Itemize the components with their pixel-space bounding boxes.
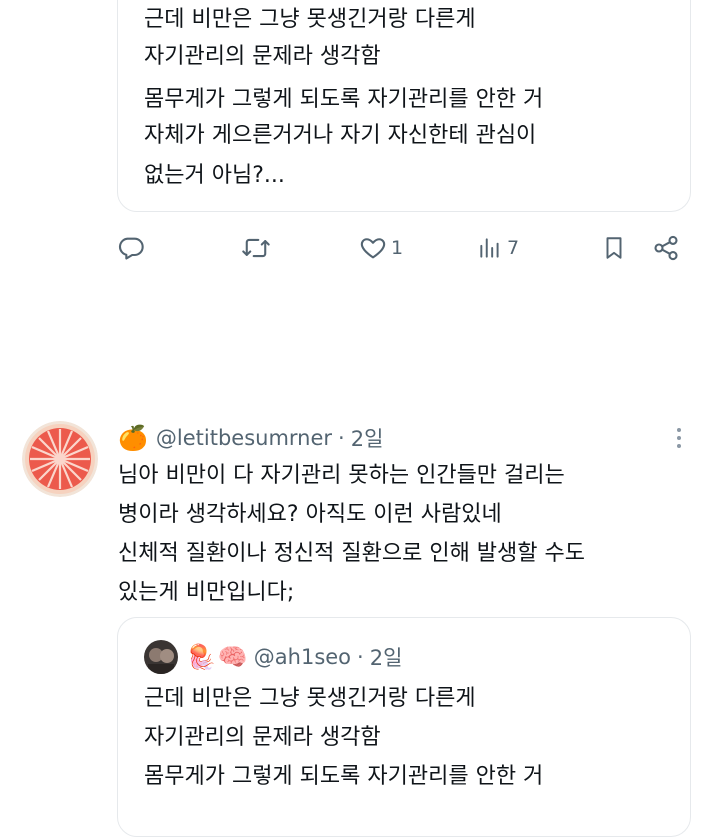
quoted-post-line: 자기관리의 문제라 생각함 (144, 44, 381, 69)
reply-text-line: 신체적 질환이나 정신적 질환으로 인해 발생할 수도 (118, 541, 586, 566)
repost-button[interactable] (241, 232, 271, 264)
quoted-avatar[interactable] (144, 640, 178, 674)
quoted-post-line: 몸무게가 그렇게 되도록 자기관리를 안한 거 (144, 87, 544, 112)
views-icon (480, 238, 499, 258)
reply-handle[interactable]: @letitbesumrner (156, 426, 332, 450)
bookmark-icon (606, 237, 622, 259)
grapefruit-avatar-image (22, 421, 98, 497)
quoted-post-line: 자체가 게으른거거나 자기 자신한테 관심이 (144, 123, 537, 148)
share-icon (654, 235, 678, 261)
reply-time[interactable]: 2일 (351, 423, 384, 453)
quoted-time[interactable]: 2일 (370, 642, 403, 672)
avatar[interactable] (22, 421, 98, 497)
tangerine-emoji: 🍊 (118, 424, 148, 452)
reply-text-line: 님아 비만이 다 자기관리 못하는 인간들만 걸리는 (118, 463, 565, 488)
reply-text-line: 병이라 생각하세요? 아직도 이런 사람있네 (118, 502, 502, 527)
heart-icon (360, 238, 386, 259)
quoted-post-meta: 🪼 🧠 @ah1seo · 2일 (144, 639, 402, 675)
meta-separator: · (338, 426, 345, 450)
views-button[interactable]: 7 (477, 232, 519, 264)
like-button[interactable]: 1 (359, 232, 403, 264)
brain-emoji: 🧠 (217, 643, 248, 671)
quoted-post-line: 자기관리의 문제라 생각함 (144, 725, 381, 750)
jellyfish-emoji: 🪼 (186, 643, 216, 671)
quoted-avatar-image (144, 640, 178, 674)
more-vertical-icon (677, 428, 681, 448)
reply-icon (118, 237, 144, 260)
more-options-button[interactable] (674, 426, 684, 454)
views-count: 7 (507, 237, 520, 259)
like-count: 1 (391, 237, 404, 259)
bookmark-button[interactable] (601, 232, 627, 264)
reply-meta: 🍊 @letitbesumrner · 2일 (118, 421, 383, 455)
quoted-post-line: 근데 비만은 그냥 못생긴거랑 다른게 (144, 686, 476, 711)
reply-button[interactable] (117, 232, 145, 264)
quoted-post-line: 근데 비만은 그냥 못생긴거랑 다른게 (144, 7, 476, 32)
share-button[interactable] (652, 232, 680, 264)
reply-text-line: 있는게 비만입니다; (118, 580, 295, 605)
meta-separator: · (357, 645, 364, 669)
quoted-post-line: 없는거 아님?... (144, 163, 285, 188)
repost-icon (242, 238, 270, 258)
quoted-post-line: 몸무게가 그렇게 되도록 자기관리를 안한 거 (144, 764, 544, 789)
quoted-handle[interactable]: @ah1seo (254, 645, 351, 669)
